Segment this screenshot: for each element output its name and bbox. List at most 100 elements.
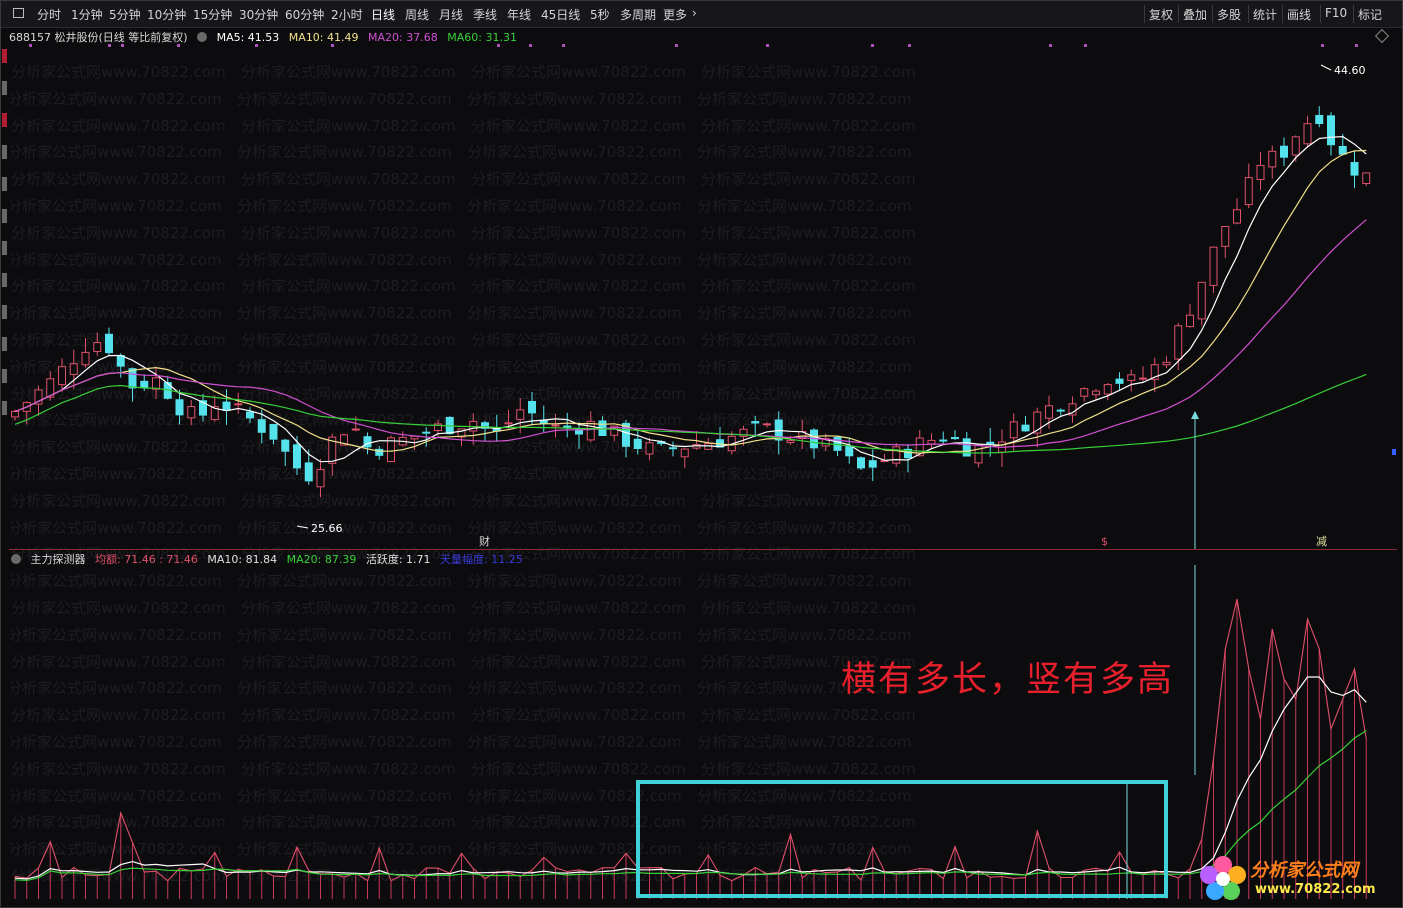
candle-body <box>1233 209 1241 224</box>
period-tab-8[interactable]: 日线 <box>371 6 395 23</box>
candle-body <box>1009 421 1018 439</box>
candle-body <box>1244 177 1253 206</box>
candle-body <box>763 423 771 426</box>
candle-body <box>680 448 689 458</box>
candle-body <box>563 425 572 428</box>
signal-dot <box>255 44 258 47</box>
candle-body <box>140 380 149 388</box>
period-tab-1[interactable]: 1分钟 <box>71 6 103 23</box>
candle-body <box>986 441 995 445</box>
period-tab-13[interactable]: 45日线 <box>541 6 580 23</box>
indicator-toggle-icon[interactable] <box>11 554 21 564</box>
slogan-text: 横有多长，竖有多高 <box>841 660 1175 700</box>
signal-dot <box>562 44 565 47</box>
candle-body <box>1350 162 1359 176</box>
period-tab-0[interactable]: 分时 <box>37 6 61 23</box>
candle-body <box>939 439 948 442</box>
toolbar-separator <box>1144 5 1145 23</box>
candle-body <box>1092 390 1100 396</box>
candle-body <box>316 469 325 488</box>
period-tab-2[interactable]: 5分钟 <box>109 6 141 23</box>
signal-dot <box>529 44 532 47</box>
signal-dot <box>1084 44 1087 47</box>
candle-body <box>1115 378 1124 384</box>
event-marker-2: 减 <box>1316 535 1327 548</box>
candle-body <box>257 419 266 433</box>
signal-dot <box>1321 44 1324 47</box>
candle-body <box>152 377 160 390</box>
candles <box>11 106 1371 498</box>
tool-button-1[interactable]: 叠加 <box>1183 6 1207 23</box>
signal-dot <box>108 44 111 47</box>
candle-body <box>246 411 254 419</box>
candle-body <box>1221 226 1230 247</box>
signal-dot <box>871 44 874 47</box>
tool-button-6[interactable]: 标记 <box>1358 6 1382 23</box>
tool-button-2[interactable]: 多股 <box>1217 6 1241 23</box>
tool-button-4[interactable]: 画线 <box>1287 6 1311 23</box>
signal-dot <box>177 44 180 47</box>
toolbar-separator <box>1282 5 1283 23</box>
signal-dot <box>121 44 124 47</box>
right-edge-marker <box>1392 449 1396 455</box>
candle-body <box>528 400 536 414</box>
candle-body <box>669 447 677 450</box>
candle-body <box>1256 164 1265 181</box>
candle-body <box>81 351 90 366</box>
candle-body <box>1338 145 1347 155</box>
period-tab-4[interactable]: 15分钟 <box>193 6 232 23</box>
period-tab-7[interactable]: 2小时 <box>331 6 363 23</box>
period-tab-9[interactable]: 周线 <box>405 6 429 23</box>
period-tab-12[interactable]: 年线 <box>507 6 531 23</box>
candle-body <box>1327 115 1335 146</box>
toolbar-separator <box>1212 5 1213 23</box>
candle-body <box>58 366 66 386</box>
candle-body <box>516 409 525 420</box>
candle-body <box>1268 150 1277 168</box>
panel-toggle-icon[interactable] <box>13 8 24 18</box>
candle-body <box>974 444 983 464</box>
period-tab-6[interactable]: 60分钟 <box>285 6 324 23</box>
candle-body <box>69 363 78 375</box>
high-price-label: 44.60 <box>1334 64 1366 77</box>
panel-divider[interactable] <box>9 549 1397 550</box>
candle-body <box>1362 172 1371 185</box>
candle-body <box>645 442 654 455</box>
more-chevron-icon[interactable]: › <box>692 6 697 20</box>
logo-url: www.70822.com <box>1255 882 1376 897</box>
period-tab-11[interactable]: 季线 <box>473 6 497 23</box>
candle-body <box>551 424 560 427</box>
candle-body <box>93 342 102 353</box>
candle-body <box>1162 361 1171 366</box>
period-tab-10[interactable]: 月线 <box>439 6 463 23</box>
toolbar-separator <box>1248 5 1249 23</box>
candle-body <box>1045 405 1053 419</box>
low-price-label: 25.66 <box>311 522 343 535</box>
candle-body <box>269 423 278 440</box>
candle-body <box>1315 114 1324 125</box>
period-tab-3[interactable]: 10分钟 <box>147 6 186 23</box>
period-tab-15[interactable]: 多周期 <box>620 6 656 23</box>
tool-button-3[interactable]: 统计 <box>1253 6 1277 23</box>
signal-dot <box>675 44 678 47</box>
period-tab-5[interactable]: 30分钟 <box>239 6 278 23</box>
signal-dot <box>29 44 32 47</box>
logo-name: 分析家公式网 <box>1250 860 1358 881</box>
flower-logo-icon <box>1200 856 1246 900</box>
candle-body <box>1303 123 1312 145</box>
candle-body <box>1103 384 1112 395</box>
signal-dot <box>1355 44 1358 47</box>
highlight-box <box>636 780 1168 898</box>
tool-button-5[interactable]: F10 <box>1325 6 1347 20</box>
toolbar-separator <box>1178 5 1179 23</box>
candle-body <box>128 368 137 389</box>
candle-body <box>868 460 877 468</box>
period-tab-14[interactable]: 5秒 <box>590 6 610 23</box>
period-tab-16[interactable]: 更多 <box>663 6 687 23</box>
candlestick-chart[interactable]: 44.60 25.66 财 $ 减 <box>1 41 1399 549</box>
candle-body <box>234 403 243 406</box>
candle-body <box>1139 377 1147 380</box>
candle-body <box>11 410 19 418</box>
tool-button-0[interactable]: 复权 <box>1149 6 1173 23</box>
signal-dot <box>1049 44 1052 47</box>
